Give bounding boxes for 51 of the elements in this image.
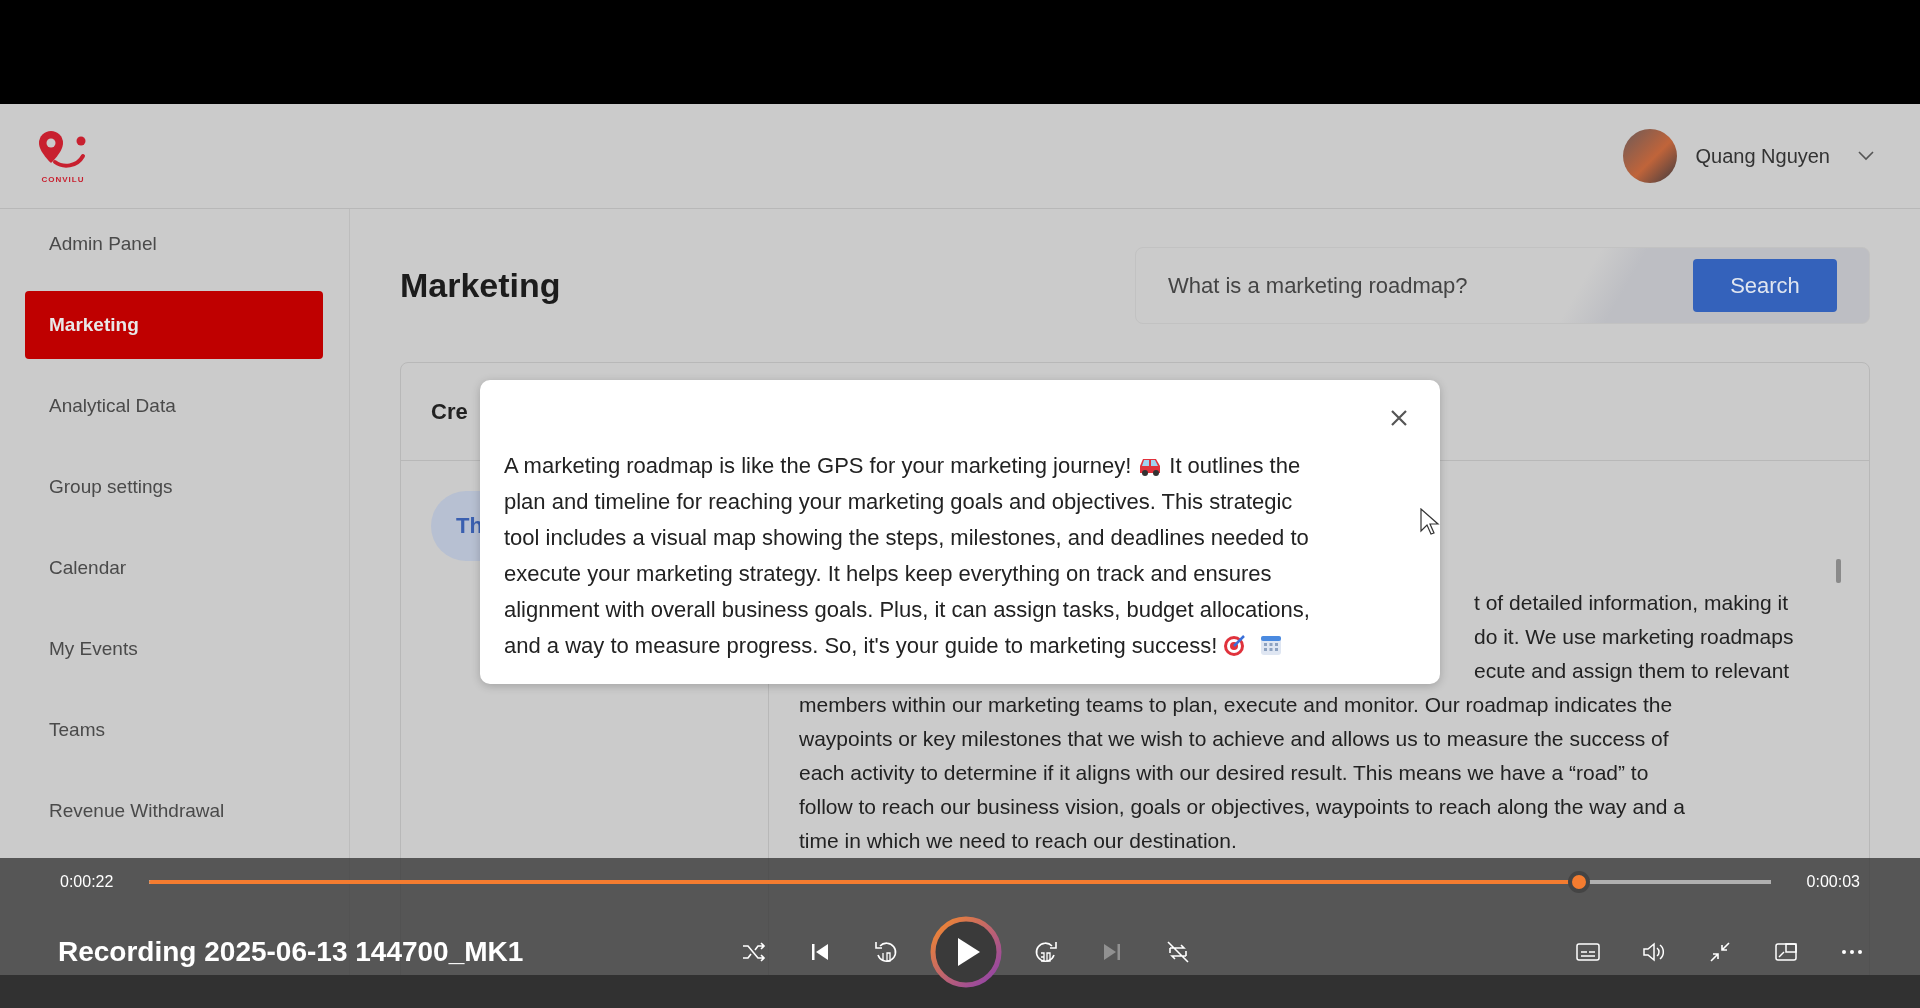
sidebar-item[interactable]: Group settings	[25, 453, 323, 521]
target-icon	[1223, 633, 1248, 657]
remaining-time: 0:00:03	[1806, 873, 1860, 891]
sidebar-item[interactable]: Marketing	[25, 291, 323, 359]
article-text-line: waypoints or key milestones that we wish to achieve and allows us to measure the success of	[799, 726, 1670, 752]
seek-handle[interactable]	[1568, 871, 1591, 893]
calendar-icon	[1259, 633, 1284, 657]
sidebar-item[interactable]: Analytical Data	[25, 372, 323, 440]
article-text-line: t of detailed information, making it	[1474, 590, 1789, 616]
elapsed-time: 0:00:22	[60, 873, 114, 891]
close-icon[interactable]	[1390, 409, 1408, 427]
page-title: Marketing	[400, 266, 561, 305]
answer-text-line: and a way to measure progress. So, it's your guide to marketing success!	[504, 633, 1218, 658]
repeat-off-icon	[1165, 939, 1191, 965]
answer-text-line: A marketing roadmap is like the GPS for your marketing journey!	[504, 453, 1132, 478]
subtitles-icon	[1575, 941, 1601, 963]
answer-text-line: tool includes a visual map showing the steps, milestones, and deadlines needed to	[504, 525, 1309, 550]
answer-text-line: alignment with overall business goals. Plus, it can assign tasks, budget allocations,	[504, 597, 1310, 622]
logo[interactable]: CONVILU	[35, 128, 91, 184]
sidebar-item[interactable]: My Events	[25, 615, 323, 683]
play-button[interactable]	[930, 916, 1002, 988]
volume-icon	[1641, 941, 1667, 963]
search-field[interactable]: What is a marketing roadmap? Search	[1135, 247, 1870, 324]
sidebar-item[interactable]: Calendar	[25, 534, 323, 602]
avatar[interactable]	[1623, 129, 1678, 183]
skip-next-icon	[1101, 941, 1123, 963]
more-icon	[1841, 949, 1863, 955]
sidebar-item[interactable]: Teams	[25, 696, 323, 764]
article-text-line: do it. We use marketing roadmaps	[1474, 624, 1795, 650]
article-text-line: members within our marketing teams to plan, execute and monitor. Our roadmap indicates the	[799, 692, 1674, 718]
user-name[interactable]: Quang Nguyen	[1695, 144, 1830, 168]
shuffle-icon	[741, 941, 767, 963]
play-icon	[930, 916, 1002, 988]
article-text-line: ecute and assign them to relevant	[1474, 658, 1791, 684]
article-text-line: each activity to determine if it aligns with our desired result. This means we have a “road” to	[799, 760, 1650, 786]
sidebar-item[interactable]: Revenue Withdrawal	[25, 777, 323, 845]
answer-text-line: plan and timeline for reaching your marketing goals and objectives. This strategic	[504, 489, 1293, 514]
logo-text: CONVILU	[41, 174, 85, 184]
skip-previous-icon	[809, 941, 831, 963]
video-title: Recording 2025-06-13 144700_MK1	[58, 936, 525, 968]
minimize-icon	[1708, 940, 1732, 964]
search-button[interactable]: Search	[1693, 259, 1837, 312]
card-heading: Cre	[431, 398, 468, 425]
article-text-line: time in which we need to reach our destination.	[799, 828, 1238, 854]
chevron-down-icon[interactable]	[1858, 151, 1874, 161]
sidebar-item[interactable]: Admin Panel	[25, 210, 323, 278]
answer-text-line: It outlines the	[1169, 453, 1301, 478]
scrollbar-thumb[interactable]	[1836, 559, 1841, 583]
miniplayer-icon	[1774, 940, 1798, 964]
answer-text-line: execute your marketing strategy. It helps keep everything on track and ensures	[504, 561, 1272, 586]
article-text-line: follow to reach our business vision, goals or objectives, waypoints to reach along the way and a	[799, 794, 1686, 820]
